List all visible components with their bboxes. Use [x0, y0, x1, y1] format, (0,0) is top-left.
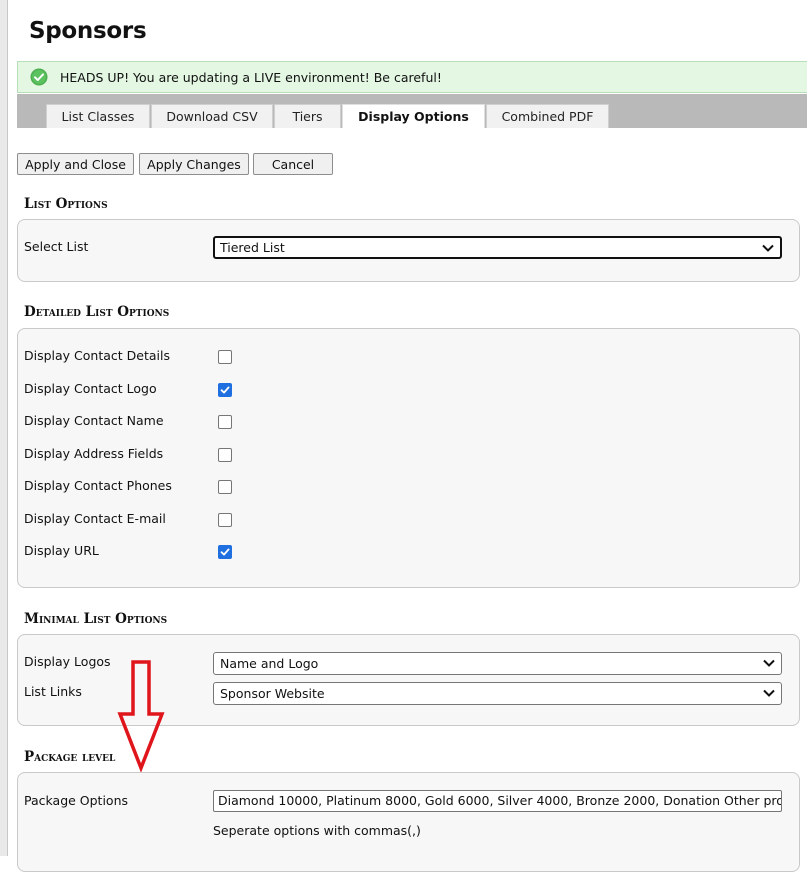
- tab-download-csv[interactable]: Download CSV: [151, 104, 273, 128]
- detailed-option-checkbox[interactable]: [218, 545, 232, 559]
- detailed-option-label: Display Contact E-mail: [24, 511, 166, 526]
- apply-changes-button[interactable]: Apply Changes: [139, 153, 249, 175]
- list-links-dropdown[interactable]: Sponsor Website: [213, 682, 782, 705]
- detailed-option-checkbox[interactable]: [218, 513, 232, 527]
- detailed-option-label: Display Address Fields: [24, 446, 164, 461]
- package-options-hint: Seperate options with commas(,): [213, 823, 421, 838]
- detailed-option-label: Display URL: [24, 543, 99, 558]
- detailed-option-label: Display Contact Details: [24, 348, 170, 363]
- alert-text: HEADS UP! You are updating a LIVE enviro…: [60, 70, 442, 85]
- select-list-dropdown[interactable]: Tiered List: [213, 236, 782, 259]
- chevron-down-icon: [763, 689, 775, 697]
- check-circle-icon: [30, 68, 48, 86]
- list-links-label: List Links: [24, 684, 82, 699]
- down-arrow-icon: [117, 660, 165, 772]
- package-options-label: Package Options: [24, 793, 129, 808]
- detailed-option-label: Display Contact Name: [24, 413, 164, 428]
- tab-tiers[interactable]: Tiers: [274, 104, 341, 128]
- cancel-button[interactable]: Cancel: [253, 153, 333, 175]
- detailed-option-label: Display Contact Phones: [24, 478, 172, 493]
- select-list-label: Select List: [24, 239, 89, 254]
- checkmark-icon: [220, 548, 230, 556]
- apply-and-close-button[interactable]: Apply and Close: [17, 153, 134, 175]
- minimal-options-heading: Minimal List Options: [24, 611, 168, 627]
- chevron-down-icon: [763, 659, 775, 667]
- tab-combined-pdf[interactable]: Combined PDF: [486, 104, 609, 128]
- left-edge: [0, 0, 8, 856]
- tab-display-options[interactable]: Display Options: [342, 104, 485, 128]
- select-list-value: Tiered List: [220, 240, 285, 255]
- detailed-option-checkbox[interactable]: [218, 350, 232, 364]
- checkmark-icon: [220, 386, 230, 394]
- display-logos-value: Name and Logo: [220, 656, 319, 671]
- package-options-input[interactable]: Diamond 10000, Platinum 8000, Gold 6000,…: [213, 790, 782, 812]
- detailed-option-checkbox[interactable]: [218, 383, 232, 397]
- detailed-option-label: Display Contact Logo: [24, 381, 157, 396]
- display-logos-label: Display Logos: [24, 654, 111, 669]
- package-level-panel: [17, 772, 800, 872]
- live-environment-alert: HEADS UP! You are updating a LIVE enviro…: [17, 61, 807, 93]
- detailed-option-checkbox[interactable]: [218, 415, 232, 429]
- tab-list-classes[interactable]: List Classes: [46, 104, 150, 128]
- page-title: Sponsors: [29, 18, 147, 44]
- package-level-heading: Package level: [24, 749, 116, 765]
- chevron-down-icon: [762, 244, 774, 252]
- detailed-option-checkbox[interactable]: [218, 480, 232, 494]
- display-logos-dropdown[interactable]: Name and Logo: [213, 652, 782, 675]
- detailed-option-checkbox[interactable]: [218, 448, 232, 462]
- list-options-heading: List Options: [24, 196, 108, 212]
- list-links-value: Sponsor Website: [220, 686, 325, 701]
- detailed-options-heading: Detailed List Options: [24, 304, 170, 320]
